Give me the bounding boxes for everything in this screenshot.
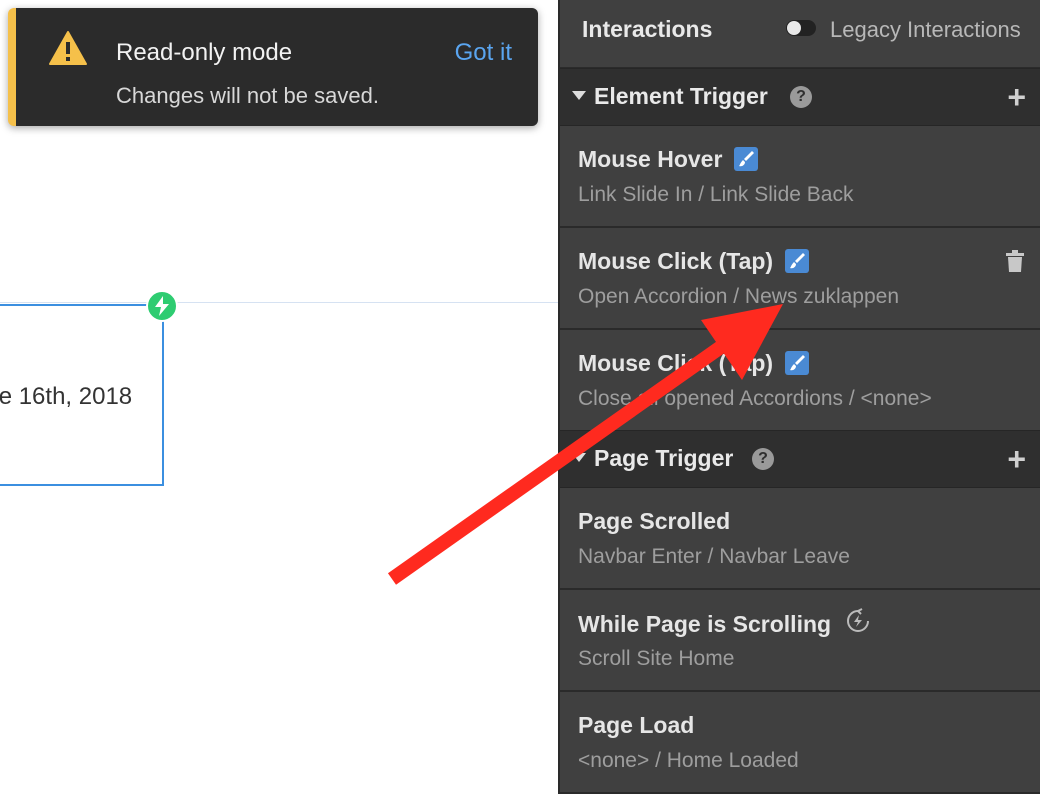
trigger-title: Page Scrolled [578,508,731,534]
caret-down-icon[interactable] [572,453,586,462]
trigger-subtitle: Scroll Site Home [578,647,735,670]
trigger-item[interactable]: Mouse Hover Link Slide In / Link Slide B… [560,126,1040,228]
trigger-subtitle: Open Accordion / News zuklappen [578,285,900,308]
trash-icon[interactable] [1006,250,1024,277]
lightning-bolt-icon[interactable] [146,290,178,322]
panel-title: Interactions [582,16,713,42]
trigger-subtitle: Close all opened Accordions / <none> [578,387,932,410]
toggle-knob [787,21,801,35]
read-only-toast: Read-only mode Changes will not be saved… [8,8,538,126]
paintbrush-icon [785,248,810,273]
toast-message: Changes will not be saved. [116,83,379,108]
guide-line [0,302,558,303]
caret-down-icon[interactable] [572,91,586,100]
page-trigger-section-header[interactable]: Page Trigger ? + [560,430,1040,488]
trigger-item[interactable]: Mouse Click (Tap) Close all opened Accor… [560,330,1040,432]
trigger-title: Mouse Hover [578,146,759,173]
trigger-title: Mouse Click (Tap) [578,350,810,377]
trigger-subtitle: Link Slide In / Link Slide Back [578,183,854,206]
continuous-bolt-icon [845,608,871,640]
element-trigger-section-header[interactable]: Element Trigger ? + [560,68,1040,126]
paintbrush-icon [734,146,759,171]
add-element-trigger-button[interactable]: + [1007,81,1026,113]
trigger-subtitle: <none> / Home Loaded [578,749,799,772]
toast-title: Read-only mode [116,39,293,66]
legacy-interactions-label: Legacy Interactions [830,17,1021,42]
element-date-text: June 16th, 2018 [0,383,133,410]
panel-header: Interactions Legacy Interactions [560,0,1040,68]
trigger-item[interactable]: While Page is Scrolling Scroll Site Home [560,590,1040,692]
trigger-subtitle: Navbar Enter / Navbar Leave [578,545,850,568]
paintbrush-icon [785,350,810,375]
trigger-title: While Page is Scrolling [578,608,871,642]
warning-icon [48,30,88,66]
got-it-button[interactable]: Got it [455,39,512,67]
trigger-title: Page Load [578,712,695,738]
trigger-item[interactable]: Page Scrolled Navbar Enter / Navbar Leav… [560,488,1040,590]
trigger-item[interactable]: Mouse Click (Tap) Open Accordion / News … [560,228,1040,330]
legacy-interactions-toggle[interactable] [786,20,816,36]
help-icon[interactable]: ? [790,86,812,108]
section-title: Page Trigger [594,445,734,471]
trigger-item[interactable]: Page Load <none> / Home Loaded [560,692,1040,794]
interactions-panel: Interactions Legacy Interactions Element… [558,0,1040,794]
trigger-title: Mouse Click (Tap) [578,248,810,275]
add-page-trigger-button[interactable]: + [1007,443,1026,475]
section-title: Element Trigger [594,83,768,109]
help-icon[interactable]: ? [752,448,774,470]
